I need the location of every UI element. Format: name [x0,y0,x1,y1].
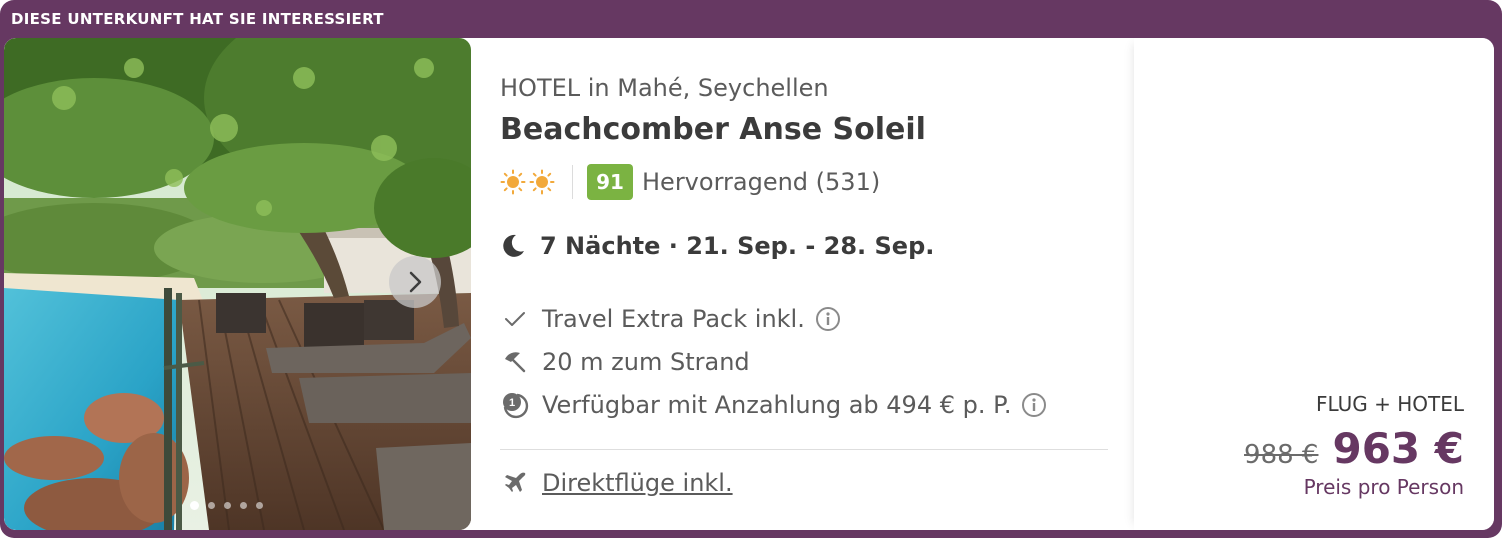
hotel-offer-card[interactable]: DIESE UNTERKUNFT HAT SIE INTERESSIERT HO… [0,0,1502,538]
interest-banner: DIESE UNTERKUNFT HAT SIE INTERESSIERT [11,10,384,28]
travel-dates: 7 Nächte · 21. Sep. - 28. Sep. [500,232,934,260]
package-type: FLUG + HOTEL [1315,392,1464,416]
feature-deposit: 1 Verfügbar mit Anzahlung ab 494 € p. P. [500,390,1047,420]
gallery-next-button[interactable] [389,256,441,308]
price-row: 988 € 963 € [1244,424,1464,473]
rating-text[interactable]: Hervorragend (531) [642,168,880,196]
gallery-dot[interactable] [208,502,215,509]
feature-flights: Direktflüge inkl. [500,468,733,498]
airplane-icon [505,472,526,492]
feature-beach-label: 20 m zum Strand [542,348,750,376]
feature-travel-pack: Travel Extra Pack inkl. [500,304,841,334]
current-price: 963 € [1332,424,1464,473]
gallery-dot[interactable] [224,502,231,509]
price-panel[interactable]: FLUG + HOTEL 988 € 963 € Preis pro Perso… [1134,38,1494,530]
beach-umbrella-icon [505,352,526,373]
feature-deposit-label: Verfügbar mit Anzahlung ab 494 € p. P. [542,391,1012,419]
info-icon[interactable] [1021,392,1047,418]
gallery-dot[interactable] [240,502,247,509]
rating-row: 91 Hervorragend (531) [500,164,880,200]
hotel-location: HOTEL in Mahé, Seychellen [500,74,829,102]
card-body: HOTEL in Mahé, Seychellen Beachcomber An… [4,38,1494,530]
rating-divider [572,165,573,199]
score-badge: 91 [587,164,633,200]
sun-star-icon [500,169,526,195]
hotel-info: HOTEL in Mahé, Seychellen Beachcomber An… [500,38,1110,530]
gallery-dot[interactable] [256,502,263,509]
deposit-clock-icon: 1 [503,393,529,419]
sun-star-icon [529,169,555,195]
chevron-right-icon [409,271,422,293]
feature-travel-pack-label: Travel Extra Pack inkl. [542,305,805,333]
section-divider [500,449,1108,450]
gallery-dot[interactable] [190,501,199,510]
info-icon[interactable] [815,306,841,332]
check-icon [505,312,525,326]
gallery-pagination [190,501,263,510]
moon-icon [503,234,524,257]
direct-flights-link[interactable]: Direktflüge inkl. [542,469,733,497]
dates-text: 7 Nächte · 21. Sep. - 28. Sep. [540,232,935,260]
price-per-person-label: Preis pro Person [1303,475,1464,499]
feature-beach: 20 m zum Strand [500,347,750,377]
hotel-photo-gallery[interactable] [4,38,471,530]
old-price: 988 € [1244,440,1319,470]
svg-text:1: 1 [509,397,515,409]
hotel-name[interactable]: Beachcomber Anse Soleil [500,112,926,147]
